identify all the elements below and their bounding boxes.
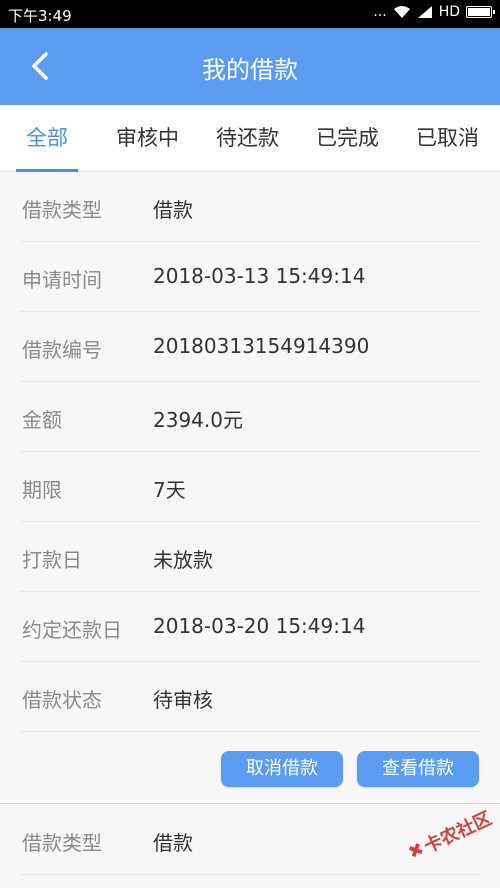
tab-label: 待还款 xyxy=(216,126,279,150)
row-value: 借款 xyxy=(153,198,193,222)
status-icons: ... HD xyxy=(373,4,495,20)
row-label: 约定还款日 xyxy=(22,618,122,642)
tab-label: 审核中 xyxy=(116,126,179,150)
loan-row-apply-time: 申请时间 2018-03-13 15:49:14 xyxy=(20,242,480,312)
tab-all[interactable]: 全部 xyxy=(16,105,78,172)
row-value: 20180313154914390 xyxy=(153,334,370,358)
row-value: 7天 xyxy=(153,478,186,502)
loan-row-term: 期限 7天 xyxy=(20,452,480,522)
signal-icon xyxy=(417,6,432,18)
status-time: 下午3:49 xyxy=(8,7,72,25)
row-value: 未放款 xyxy=(153,548,213,572)
tab-label: 已取消 xyxy=(416,126,479,150)
row-value: 借款 xyxy=(153,831,193,855)
nav-bar: 我的借款 xyxy=(0,28,500,105)
row-label: 借款状态 xyxy=(22,688,102,712)
row-label: 借款类型 xyxy=(22,198,102,222)
more-dots-icon: ... xyxy=(373,4,387,20)
row-value: 待审核 xyxy=(153,688,213,712)
tab-label: 全部 xyxy=(26,126,68,150)
loan-row-payout-date: 打款日 未放款 xyxy=(20,522,480,592)
row-value: 2394.0元 xyxy=(153,408,243,432)
row-label: 申请时间 xyxy=(22,268,102,292)
row-label: 借款编号 xyxy=(22,338,102,362)
tab-reviewing[interactable]: 审核中 xyxy=(116,105,179,172)
tab-cancelled[interactable]: 已取消 xyxy=(416,105,479,172)
tab-completed[interactable]: 已完成 xyxy=(316,105,379,172)
view-loan-button[interactable]: 查看借款 xyxy=(357,751,479,787)
wifi-icon xyxy=(393,6,410,18)
row-value: 2018-03-13 15:49:14 xyxy=(153,264,366,288)
tab-bar: 全部 审核中 待还款 已完成 已取消 xyxy=(0,105,500,172)
row-label: 打款日 xyxy=(22,548,82,572)
loan-row-type: 借款类型 借款 xyxy=(20,172,480,242)
loan-row-status: 借款状态 待审核 xyxy=(20,662,480,732)
row-label: 期限 xyxy=(22,478,62,502)
page-title: 我的借款 xyxy=(202,56,298,84)
cancel-loan-button[interactable]: 取消借款 xyxy=(221,751,343,787)
network-type: HD xyxy=(438,4,460,20)
status-bar: 下午3:49 ... HD xyxy=(0,0,500,28)
battery-icon xyxy=(466,6,495,18)
tab-label: 已完成 xyxy=(316,126,379,150)
loan-card: 借款类型 借款 申请时间 2018-03-13 15:49:14 借款编号 20… xyxy=(0,172,500,804)
loan-row-number: 借款编号 20180313154914390 xyxy=(20,312,480,382)
tab-pending-repayment[interactable]: 待还款 xyxy=(216,105,279,172)
row-label: 金额 xyxy=(22,408,62,432)
loan-row-due-date: 约定还款日 2018-03-20 15:49:14 xyxy=(20,592,480,662)
row-label: 借款类型 xyxy=(22,831,102,855)
loan-row-amount: 金额 2394.0元 xyxy=(20,382,480,452)
row-value: 2018-03-20 15:49:14 xyxy=(153,614,366,638)
